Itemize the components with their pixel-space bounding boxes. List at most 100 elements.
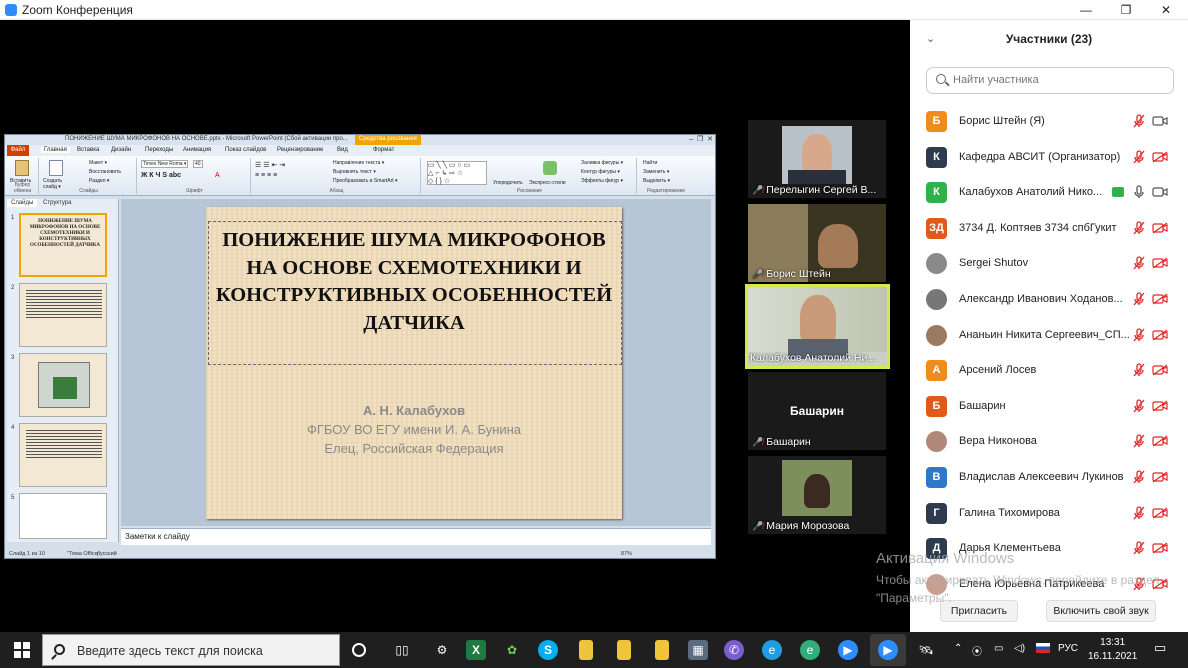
camera-off-icon[interactable] (1152, 222, 1168, 234)
camera-off-icon[interactable] (1152, 471, 1168, 483)
taskbar-clock[interactable]: 13:31 16.11.2021 (1088, 636, 1137, 664)
edge-icon[interactable]: e (762, 640, 782, 660)
zoom-app-icon[interactable]: ▶ (838, 640, 858, 660)
participants-search-input[interactable]: Найти участника (926, 67, 1174, 94)
skype-icon[interactable]: S (538, 640, 558, 660)
shapes-gallery[interactable]: ▭ ╲ ╲ ▭ ○ ▭ △ ⌐ ↳ ⇨ ☆ ◇ { } ☆ (427, 161, 487, 185)
ppt-tab-view[interactable]: Вид (337, 147, 348, 153)
tab-outline[interactable]: Структура (39, 199, 75, 207)
participant-row[interactable]: К Калабухов Анатолий Нико... (910, 175, 1188, 210)
font-size-select[interactable]: 40 (193, 160, 203, 168)
muted-mic-icon[interactable] (1132, 256, 1146, 270)
replace-button[interactable]: Заменить ▾ (643, 169, 669, 175)
muted-mic-icon[interactable] (1132, 114, 1146, 128)
participant-row[interactable]: К Кафедра АВСИТ (Организатор) (910, 140, 1188, 175)
restore-button[interactable]: Восстановить (89, 169, 121, 175)
ppt-tab-home[interactable]: Главная (41, 147, 70, 153)
muted-mic-icon[interactable] (1132, 541, 1146, 555)
minimize-button[interactable]: — (1064, 0, 1108, 20)
participant-row[interactable]: Sergei Shutov (910, 246, 1188, 281)
slide-notes-field[interactable]: Заметки к слайду (121, 528, 711, 545)
camera-icon[interactable] (1152, 115, 1168, 127)
taskbar-search-box[interactable]: Введите здесь текст для поиска (42, 634, 340, 666)
participant-row[interactable]: А Арсений Лосев (910, 353, 1188, 388)
ppt-tab-file[interactable]: Файл (7, 145, 29, 156)
ppt-tab-design[interactable]: Дизайн (111, 147, 131, 153)
find-button[interactable]: Найти (643, 160, 657, 166)
muted-mic-icon[interactable] (1132, 505, 1146, 520)
close-button[interactable]: ✕ (1144, 0, 1188, 20)
participant-row[interactable]: Г Галина Тихомирова (910, 496, 1188, 531)
quick-styles-button[interactable]: Экспресс-стили (529, 180, 566, 186)
ppt-tab-review[interactable]: Рецензирование (277, 147, 323, 153)
tray-volume-icon[interactable]: ◁) (1014, 643, 1025, 654)
slide-thumbnail-5[interactable] (19, 493, 107, 539)
excel-icon[interactable]: X (466, 640, 486, 660)
video-tile-basharin[interactable]: Башарин 🎤̸ Башарин (748, 372, 886, 450)
muted-mic-icon[interactable] (1132, 399, 1146, 413)
calculator-icon[interactable]: ▦ (688, 640, 708, 660)
participant-row[interactable]: Б Башарин (910, 389, 1188, 424)
font-format-buttons[interactable]: Ж К Ч S abc (141, 172, 181, 179)
cortana-icon[interactable] (352, 643, 366, 657)
status-zoom[interactable]: 87% (621, 551, 632, 557)
list-buttons[interactable]: ☰ ☰ ⇤ ⇥ (255, 161, 285, 169)
font-color-button[interactable]: A (215, 172, 220, 179)
align-text-button[interactable]: Выровнять текст ▾ (333, 169, 376, 175)
participant-row[interactable]: Ананьин Никита Сергеевич_СП... (910, 318, 1188, 353)
task-view-icon[interactable]: ▯▯ (392, 640, 412, 660)
edge-dev-icon[interactable]: e (800, 640, 820, 660)
current-slide[interactable]: ПОНИЖЕНИЕ ШУМА МИКРОФОНОВ НА ОСНОВЕ СХЕМ… (206, 207, 622, 519)
slide-thumbnail-1[interactable]: ПОНИЖЕНИЕ ШУМА МИКРОФОНОВ НА ОСНОВЕ СХЕМ… (19, 213, 107, 277)
muted-mic-icon[interactable] (1132, 221, 1146, 235)
folder-icon-3[interactable] (655, 640, 669, 660)
mic-icon[interactable] (1132, 185, 1146, 199)
folder-icon-2[interactable] (617, 640, 631, 660)
slide-thumbnail-4[interactable] (19, 423, 107, 487)
participant-row[interactable]: В Владислав Алексеевич Лукинов (910, 460, 1188, 495)
viber-icon[interactable]: ✆ (724, 640, 744, 660)
tray-network-icon[interactable]: ▭ (994, 643, 1003, 654)
shape-fill-button[interactable]: Заливка фигуры ▾ (581, 160, 623, 166)
layout-button[interactable]: Макет ▾ (89, 160, 107, 166)
video-tile-shtein[interactable]: 🎤̸ Борис Штейн (748, 204, 886, 282)
shape-outline-button[interactable]: Контур фигуры ▾ (581, 169, 620, 175)
camera-off-icon[interactable] (1152, 435, 1168, 447)
slide-thumbnail-3[interactable] (19, 353, 107, 417)
camera-off-icon[interactable] (1152, 329, 1168, 341)
ppt-tab-animation[interactable]: Анимация (183, 147, 211, 153)
participant-row[interactable]: Б Борис Штейн (Я) (910, 104, 1188, 139)
align-buttons[interactable]: ≡ ≡ ≡ ≡ (255, 172, 277, 179)
participant-row[interactable]: Александр Иванович Ходанов... (910, 282, 1188, 317)
camera-icon[interactable] (1152, 186, 1168, 198)
shape-effects-button[interactable]: Эффекты фигур ▾ (581, 178, 623, 184)
notifications-icon[interactable]: ▭ (1154, 640, 1166, 656)
tab-slides[interactable]: Слайды (7, 199, 38, 207)
camera-off-icon[interactable] (1152, 293, 1168, 305)
participant-row[interactable]: ЗД 3734 Д. Коптяев 3734 спбГукит (910, 211, 1188, 246)
ppt-tab-slideshow[interactable]: Показ слайдов (225, 147, 266, 153)
windows-start-icon[interactable] (14, 642, 30, 658)
section-button[interactable]: Раздел ▾ (89, 178, 109, 184)
video-tile-morozova[interactable]: 🎤̸ Мария Морозова (748, 456, 886, 534)
select-button[interactable]: Выделить ▾ (643, 178, 670, 184)
camera-off-icon[interactable] (1152, 507, 1168, 519)
ppt-tab-transitions[interactable]: Переходы (145, 147, 173, 153)
muted-mic-icon[interactable] (1132, 363, 1146, 377)
maximize-button[interactable]: ❐ (1104, 0, 1148, 20)
camera-off-icon[interactable] (1152, 364, 1168, 376)
settings-gear-icon[interactable]: ⚙ (432, 640, 452, 660)
app-satellite-icon[interactable]: 🛰 (916, 640, 936, 660)
zoom-active-taskbar-button[interactable]: ▶ (870, 634, 906, 666)
smartart-button[interactable]: Преобразовать в SmartArt ▾ (333, 178, 398, 184)
folder-icon[interactable] (579, 640, 593, 660)
camera-off-icon[interactable] (1152, 542, 1168, 554)
font-name-select[interactable]: Times New Roma ▾ (141, 160, 189, 168)
video-tile-kalabukhov-active-speaker[interactable]: Калабухов Анатолий Ни... (745, 284, 890, 369)
muted-mic-icon[interactable] (1132, 149, 1146, 164)
slide-thumbnail-2[interactable] (19, 283, 107, 347)
muted-mic-icon[interactable] (1132, 292, 1146, 306)
text-direction-button[interactable]: Направление текста ▾ (333, 160, 384, 166)
ppt-tab-insert[interactable]: Вставка (77, 147, 99, 153)
tray-expand-icon[interactable]: ⌃ (954, 643, 962, 654)
